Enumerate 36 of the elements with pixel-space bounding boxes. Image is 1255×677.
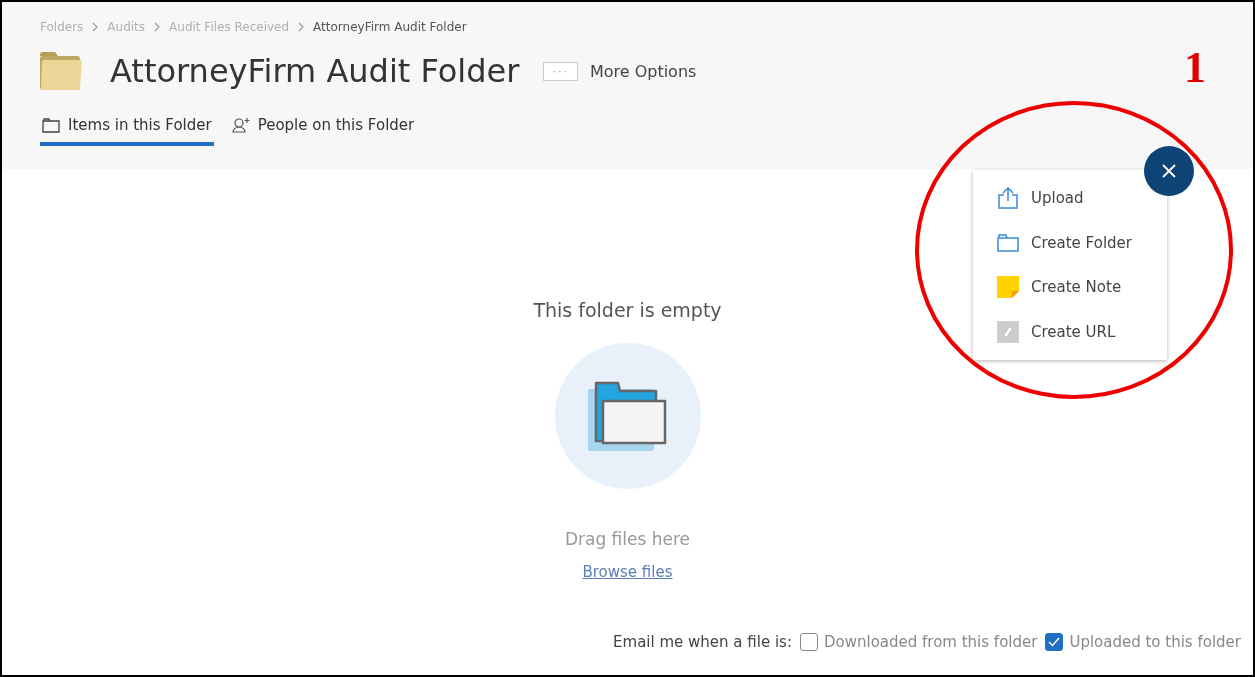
tab[interactable]: Items in this Folder — [40, 116, 214, 146]
close-icon — [1162, 164, 1176, 178]
chevron-icon — [297, 22, 306, 32]
menu-item[interactable]: Create Note — [973, 265, 1167, 310]
folder-icon — [997, 233, 1019, 252]
drag-hint: Drag files here — [564, 529, 691, 549]
person-add-icon — [231, 117, 250, 133]
browse-files-link[interactable]: Browse files — [582, 563, 673, 581]
folder-icon — [42, 117, 60, 133]
menu-item[interactable]: Upload — [973, 176, 1167, 221]
folder-title: AttorneyFirm Audit Folder — [110, 52, 520, 90]
checkbox-label: Downloaded from this folder — [823, 633, 1038, 651]
checkbox[interactable] — [1045, 633, 1064, 651]
tab[interactable]: People on this Folder — [229, 116, 417, 146]
breadcrumb-item: AttorneyFirm Audit Folder — [313, 20, 467, 34]
folder-icon — [587, 381, 668, 451]
menu-item-label: Create URL — [1031, 322, 1116, 341]
tab-label: Items in this Folder — [68, 116, 212, 134]
chevron-icon — [153, 22, 162, 32]
empty-heading: This folder is empty — [533, 299, 722, 321]
link-icon — [997, 320, 1019, 343]
chevron-icon — [91, 22, 100, 32]
annotation-number: 1 — [1184, 42, 1206, 93]
more-options-label[interactable]: More Options — [589, 61, 697, 81]
menu-item[interactable]: Create Folder — [973, 220, 1167, 265]
folder-icon — [40, 52, 82, 90]
upload-icon — [997, 186, 1019, 211]
tab-label: People on this Folder — [257, 116, 415, 134]
menu-item-label: Upload — [1031, 189, 1084, 208]
menu-item[interactable]: Create URL — [973, 309, 1167, 354]
email-label: Email me when a file is: — [613, 633, 792, 651]
menu-item-label: Create Note — [1031, 278, 1122, 297]
note-icon — [997, 276, 1019, 299]
checkbox[interactable] — [799, 633, 818, 651]
menu-item-label: Create Folder — [1031, 233, 1132, 252]
checkbox-label: Uploaded to this folder — [1069, 633, 1241, 651]
